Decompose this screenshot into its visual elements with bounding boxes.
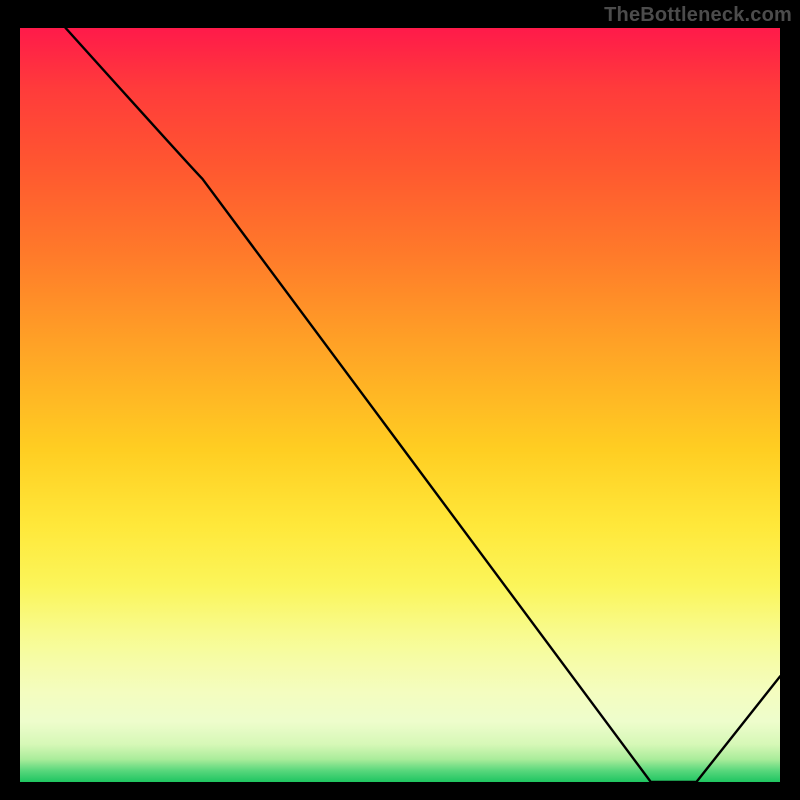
curve-path — [66, 28, 780, 782]
plot-inner — [20, 28, 780, 782]
chart-container: TheBottleneck.com — [0, 0, 800, 800]
watermark-text: TheBottleneck.com — [604, 4, 792, 27]
plot-area — [20, 28, 780, 782]
line-layer — [20, 28, 780, 782]
